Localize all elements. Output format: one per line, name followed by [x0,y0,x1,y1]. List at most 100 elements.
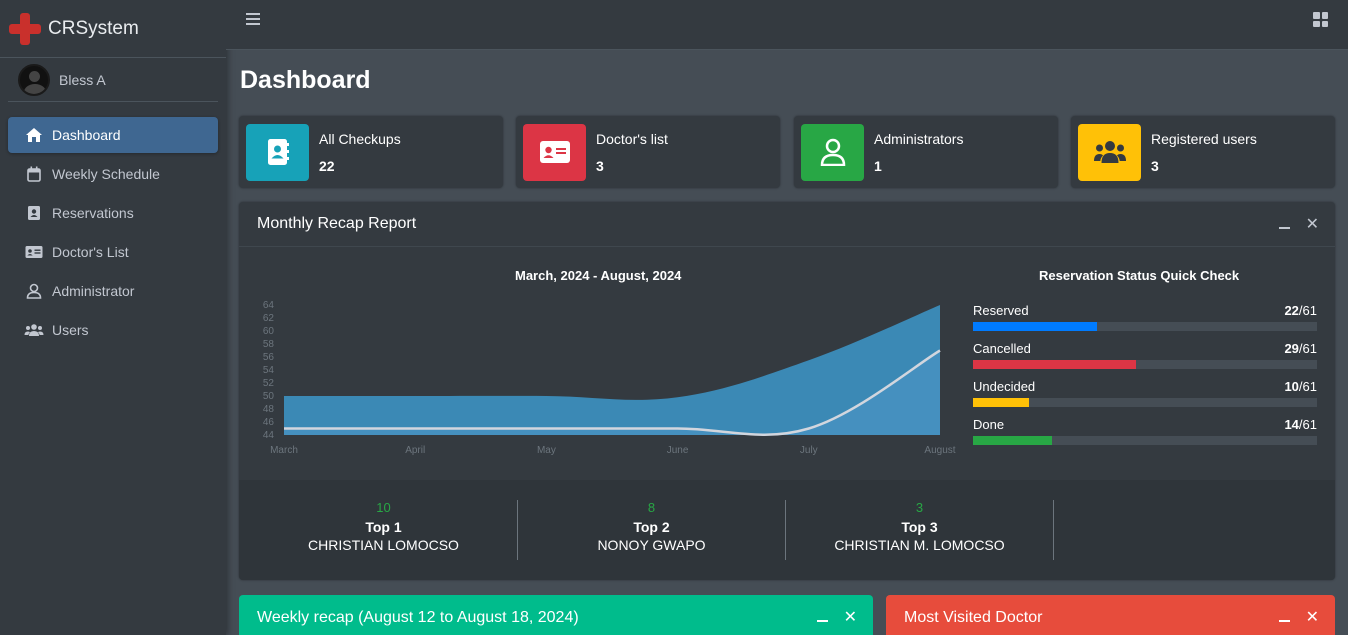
info-box-administrators[interactable]: Administrators 1 [794,116,1058,188]
info-box-label: Doctor's list [596,130,668,147]
progress-group-reserved: Reserved 22/61 [973,303,1317,331]
y-tick-label: 60 [263,326,275,337]
description-name: CHRISTIAN LOMOCSO [308,537,459,553]
info-box-value: 3 [596,157,604,174]
progress-total: /61 [1298,417,1317,432]
id-card-icon [24,243,44,261]
sidebar-item-label: Dashboard [52,127,121,143]
brand-link[interactable]: CRSystem [0,0,226,58]
sidebar-item-label: Administrator [52,283,135,299]
description-title: Top 3 [901,519,938,535]
fullscreen-grid-icon[interactable] [1313,12,1328,27]
users-icon [1078,123,1141,181]
info-box-value: 22 [319,157,335,174]
progress-label: Done [973,417,1005,432]
x-tick-label: July [800,445,818,456]
y-tick-label: 52 [263,378,275,389]
progress-total: /61 [1298,303,1317,318]
y-tick-label: 54 [263,365,275,376]
x-tick-label: June [667,445,689,456]
progress-label: Reserved [973,303,1029,318]
x-tick-label: August [924,445,955,456]
y-tick-label: 64 [263,300,275,311]
chart-title: March, 2024 - August, 2024 [515,268,682,283]
page-title: Dashboard [240,66,371,94]
y-tick-label: 46 [263,417,275,428]
description-name: NONOY GWAPO [597,537,706,553]
y-tick-label: 44 [263,430,275,441]
user-panel[interactable]: Bless A [8,58,218,102]
home-icon [24,126,44,144]
progress-label: Cancelled [973,341,1031,356]
sidebar-item-reservations[interactable]: Reservations [8,195,218,231]
progress-group-cancelled: Cancelled 29/61 [973,341,1317,369]
info-box-label: Administrators [874,130,964,147]
progress-group-undecided: Undecided 10/61 [973,379,1317,407]
progress-count: 22 [1284,303,1299,318]
sidebar: CRSystem Bless A Dashboard Weekly Schedu… [0,0,226,635]
user-icon [801,123,864,181]
menu-toggle-icon[interactable] [246,13,260,27]
weekly-recap-card: Weekly recap (August 12 to August 18, 20… [239,595,873,635]
sidebar-nav: Dashboard Weekly Schedule Reservations D… [0,117,226,348]
info-box-label: Registered users [1151,130,1257,147]
collapse-icon[interactable] [1278,227,1290,229]
card-title: Most Visited Doctor [904,608,1043,626]
progress-count: 10 [1284,379,1299,394]
info-box-value: 3 [1151,157,1159,174]
y-tick-label: 50 [263,391,275,402]
collapse-icon[interactable] [1278,620,1290,622]
brand-name: CRSystem [48,17,139,39]
close-icon[interactable]: ✕ [1306,217,1319,233]
description-block-top-3: 3 Top 3 CHRISTIAN M. LOMOCSO [786,500,1054,560]
sidebar-item-label: Weekly Schedule [52,166,160,182]
card-title: Monthly Recap Report [257,215,417,232]
description-count: 10 [376,500,391,515]
progress-label: Undecided [973,379,1036,394]
address-book-icon [246,123,309,181]
users-icon [24,321,44,339]
card-title: Weekly recap (August 12 to August 18, 20… [257,608,579,626]
y-tick-label: 48 [263,404,275,415]
y-tick-label: 58 [263,339,275,350]
description-block-top-1: 10 Top 1 CHRISTIAN LOMOCSO [250,500,518,560]
sidebar-item-doctors-list[interactable]: Doctor's List [8,234,218,270]
card-tools: ✕ [816,610,857,626]
description-title: Top 2 [633,519,670,535]
status-title: Reservation Status Quick Check [1039,268,1240,283]
card-header: Monthly Recap Report ✕ [239,202,1335,247]
user-icon [24,282,44,300]
sidebar-item-administrator[interactable]: Administrator [8,273,218,309]
info-box-doctors-list[interactable]: Doctor's list 3 [516,116,780,188]
info-box-registered-users[interactable]: Registered users 3 [1071,116,1335,188]
description-title: Top 1 [365,519,402,535]
info-box-all-checkups[interactable]: All Checkups 22 [239,116,503,188]
progress-bar [973,398,1030,407]
id-card-icon [523,123,586,181]
user-name: Bless A [59,71,106,88]
description-count: 8 [647,500,656,515]
description-block-top-2: 8 Top 2 NONOY GWAPO [518,500,786,560]
avatar [18,63,50,96]
sidebar-item-label: Users [52,322,89,338]
close-icon[interactable]: ✕ [1306,610,1319,626]
address-book-icon [24,204,44,222]
y-tick-label: 62 [263,313,275,324]
sidebar-item-weekly-schedule[interactable]: Weekly Schedule [8,156,218,192]
brand-logo-icon [9,12,41,45]
collapse-icon[interactable] [816,620,828,622]
sidebar-item-users[interactable]: Users [8,312,218,348]
close-icon[interactable]: ✕ [844,610,857,626]
progress-group-done: Done 14/61 [973,417,1317,445]
sidebar-item-dashboard[interactable]: Dashboard [8,117,218,153]
top-navbar [226,0,1348,50]
progress-total: /61 [1298,341,1317,356]
x-tick-label: May [537,445,556,456]
description-name: CHRISTIAN M. LOMOCSO [834,537,1005,553]
progress-count: 29 [1284,341,1299,356]
most-visited-doctor-card: Most Visited Doctor ✕ [886,595,1335,635]
progress-bar [973,436,1053,445]
calendar-icon [24,165,44,183]
x-tick-label: March [270,445,298,456]
info-box-label: All Checkups [319,130,401,147]
